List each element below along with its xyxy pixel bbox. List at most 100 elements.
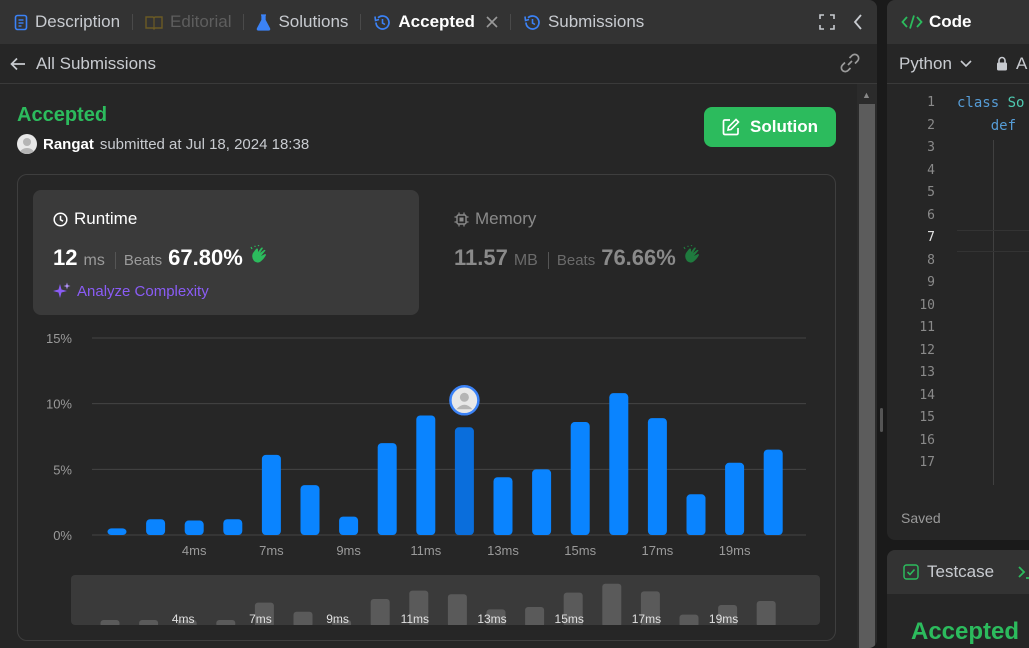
mini-bar [756,601,776,625]
line-number: 1 [927,95,935,110]
tab-accepted-label: Accepted [398,12,475,31]
mini-bar [216,620,236,625]
histogram-bar[interactable] [570,422,590,535]
language-toolbar: Python A [887,44,1029,84]
mini-bar [602,583,622,625]
line-number: 3 [927,140,935,155]
memory-heading[interactable]: Memory [454,209,536,229]
mini-bar [293,611,313,625]
histogram-bar[interactable] [725,462,745,535]
line-number: 4 [927,162,935,178]
histogram-bar[interactable] [339,516,359,535]
tab-description-label: Description [35,12,121,31]
mini-bar [139,620,159,625]
testcase-panel: Testcase Accepted [887,550,1029,648]
histogram-bar[interactable] [184,520,204,535]
lock-icon [996,56,1008,71]
saved-status: Saved [901,510,941,526]
submission-panel: Description Editorial Solutions Accepted [0,0,877,648]
line-number: 16 [919,432,935,448]
tab-divider [509,14,511,30]
histogram-bar[interactable] [532,469,552,535]
arrow-left-icon[interactable] [10,57,26,71]
terminal-icon[interactable] [1018,564,1029,580]
histogram-bar[interactable] [300,485,320,535]
tab-editorial[interactable]: Editorial [145,0,231,44]
my-submission-avatar-marker[interactable] [449,385,480,416]
scroll-up-arrow-icon[interactable]: ▲ [862,90,871,100]
histogram-bar[interactable] [609,393,629,535]
mini-chart[interactable]: 4ms 7ms 9ms 11ms 13ms 15ms 17ms 19ms [71,575,820,625]
histogram-bar[interactable] [377,443,397,535]
line-number: 7 [927,230,935,245]
tab-description[interactable]: Description [14,0,120,44]
history-icon [373,14,391,31]
all-submissions-link[interactable]: All Submissions [36,54,156,74]
runtime-unit: ms [83,252,105,269]
close-icon[interactable] [486,16,498,28]
histogram-bar[interactable] [493,477,513,535]
solution-button[interactable]: Solution [704,107,836,147]
tab-submissions[interactable]: Submissions [523,0,644,44]
memory-beats-label: Beats [547,252,595,269]
histogram-bar[interactable] [223,519,243,535]
mini-tick-label: 13ms [477,612,506,625]
histogram-bar[interactable] [107,528,127,535]
chevron-down-icon[interactable] [960,59,972,68]
runtime-distribution-chart[interactable]: 0% 5% 10% 15% 4ms 7ms 9ms 11ms 13ms 15ms 17ms 19ms [0,320,857,570]
memory-unit: MB [513,252,538,269]
line-number: 5 [927,185,935,200]
histogram-bar[interactable] [647,418,667,535]
mini-tick-label: 17ms [632,612,661,625]
chart-range-selector[interactable]: 4ms 7ms 9ms 11ms 13ms 15ms 17ms 19ms [71,575,820,625]
tab-divider [243,14,245,30]
testcase-header: Testcase [887,550,1029,594]
avatar[interactable] [17,134,37,154]
code-panel-title: Code [929,12,972,31]
line-number: 8 [927,252,935,268]
clock-icon [53,211,68,227]
code-keyword: def [990,117,1017,134]
code-class-name: So [1007,95,1025,111]
language-select[interactable]: Python [899,54,952,74]
submission-subheader: All Submissions [0,44,877,84]
mini-tick-label: 4ms [172,612,195,625]
solution-button-label: Solution [750,117,818,136]
tab-divider [132,14,134,30]
code-editor[interactable]: class So def [957,92,1024,137]
mini-bar [679,614,699,625]
mini-tick-label: 7ms [249,612,272,625]
chevron-left-icon[interactable] [853,14,863,30]
y-tick-label: 5% [53,462,72,477]
maximize-icon[interactable] [819,14,835,30]
line-number: 11 [919,320,935,335]
x-tick-label: 4ms [182,543,207,558]
tab-accepted[interactable]: Accepted [373,0,498,44]
tab-solutions[interactable]: Solutions [256,0,348,44]
testcase-tab[interactable]: Testcase [927,562,994,582]
memory-beats-value: 76.66% [601,245,676,270]
analyze-complexity-link[interactable]: Analyze Complexity [53,282,209,300]
line-number: 6 [927,207,935,223]
link-icon[interactable] [839,52,861,79]
autocomplete-label[interactable]: A [1016,54,1027,74]
histogram-bar[interactable] [146,519,166,535]
runtime-heading: Runtime [53,209,137,229]
scrollbar-thumb[interactable] [859,104,875,648]
mini-bar [525,607,545,625]
histogram-bar[interactable] [416,415,436,535]
histogram-bar[interactable] [686,494,706,535]
line-number: 10 [919,297,935,313]
y-tick-label: 10% [46,397,72,412]
line-number: 14 [919,387,935,403]
histogram-bar[interactable] [261,454,281,535]
panel-resize-handle[interactable] [880,408,883,432]
username[interactable]: Rangat [43,136,94,153]
y-tick-label: 0% [53,528,72,543]
histogram-bar[interactable] [454,427,474,535]
line-number: 2 [927,117,935,133]
code-icon [901,14,923,30]
mini-tick-label: 11ms [401,612,429,625]
histogram-bar[interactable] [763,449,783,535]
submission-status: Accepted [17,104,108,126]
